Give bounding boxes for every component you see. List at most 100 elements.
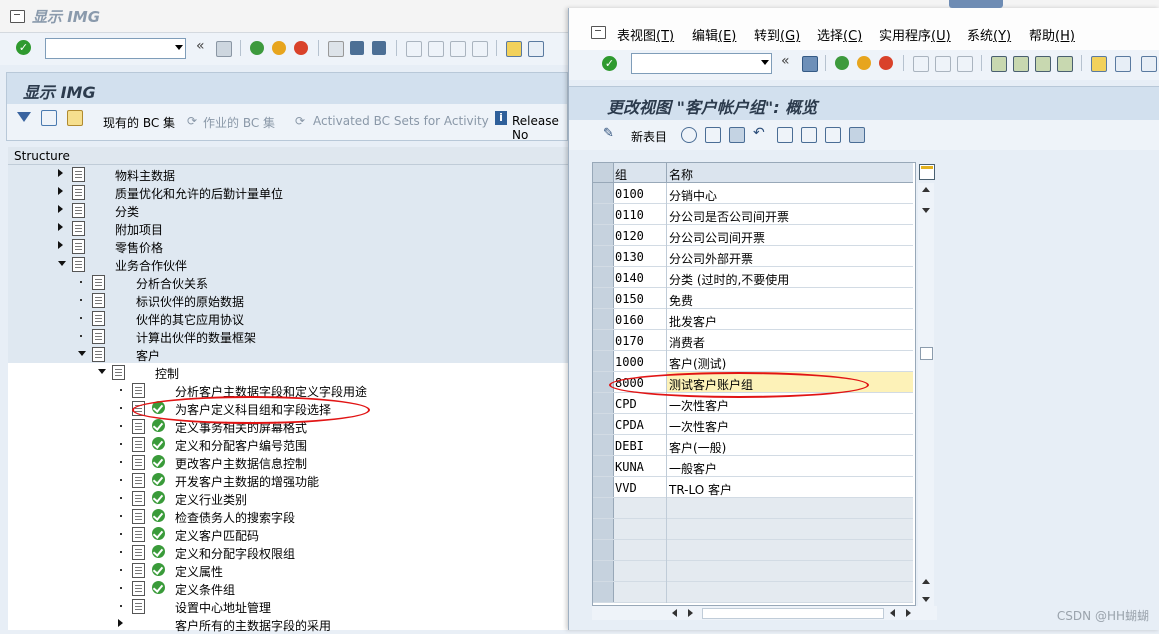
cell-name[interactable]: 批发客户 [669, 313, 717, 330]
cell-group[interactable]: 0140 [615, 271, 644, 285]
menu-goto[interactable]: 转到(G) [754, 25, 800, 44]
row-selector[interactable] [593, 330, 614, 350]
tree-node[interactable]: 标识伙伴的原始数据 [8, 291, 568, 309]
document-icon[interactable] [92, 293, 105, 308]
new-session-icon[interactable] [1091, 56, 1107, 72]
find-icon[interactable] [350, 41, 364, 55]
table-row[interactable]: 0110 分公司是否公司间开票 [593, 204, 913, 225]
cell-group[interactable]: 0100 [615, 187, 644, 201]
tree-node[interactable]: 附加项目 [8, 219, 568, 237]
cell-group[interactable]: KUNA [615, 460, 644, 474]
find-next-icon[interactable] [372, 41, 386, 55]
tree-node[interactable]: 客户所有的主数据字段的采用 [8, 615, 568, 633]
column-name[interactable]: 名称 [669, 166, 693, 183]
document-icon[interactable] [132, 383, 145, 398]
tree-node[interactable]: 为客户定义科目组和字段选择 [8, 399, 568, 417]
display-doc-icon[interactable] [41, 110, 57, 126]
scroll-far-right-icon[interactable] [906, 609, 911, 617]
tree-node[interactable]: 定义客户匹配码 [8, 525, 568, 543]
command-field[interactable] [45, 38, 186, 59]
print-icon[interactable] [913, 56, 929, 72]
expand-node-icon[interactable] [58, 187, 63, 195]
tree-node[interactable]: 客户 [8, 345, 568, 363]
details-icon[interactable] [681, 127, 697, 143]
copy-icon[interactable] [705, 127, 721, 143]
document-icon[interactable] [112, 365, 125, 380]
select-all-rows[interactable] [593, 163, 614, 182]
cell-group[interactable]: 0130 [615, 250, 644, 264]
first-page-icon[interactable] [406, 41, 422, 57]
back-icon[interactable] [835, 56, 849, 70]
table-row[interactable]: 0140 分类 (过时的,不要使用 [593, 267, 913, 288]
last-page-icon[interactable] [1057, 56, 1073, 72]
menu-table-view[interactable]: 表视图(T) [617, 25, 674, 44]
shortcut-icon[interactable] [528, 41, 544, 57]
enter-icon[interactable]: ✓ [602, 56, 617, 71]
find-next-icon[interactable] [957, 56, 973, 72]
document-icon[interactable] [132, 509, 145, 524]
scroll-thumb[interactable] [920, 347, 933, 360]
tree-node[interactable]: 分析客户主数据字段和定义字段用途 [8, 381, 568, 399]
table-row[interactable]: 0130 分公司外部开票 [593, 246, 913, 267]
document-icon[interactable] [92, 347, 105, 362]
cell-group[interactable]: 0110 [615, 208, 644, 222]
row-selector[interactable] [593, 519, 614, 539]
tree-node[interactable]: 定义条件组 [8, 579, 568, 597]
table-row[interactable]: 0150 免费 [593, 288, 913, 309]
column-group[interactable]: 组 [615, 166, 627, 183]
tree-node[interactable]: 伙伴的其它应用协议 [8, 309, 568, 327]
cell-group[interactable]: DEBI [615, 439, 644, 453]
exit-icon[interactable] [857, 56, 871, 70]
execute-icon[interactable] [152, 437, 165, 450]
execute-icon[interactable] [152, 473, 165, 486]
tree-node[interactable]: 零售价格 [8, 237, 568, 255]
window-handle[interactable] [949, 0, 1003, 8]
cell-group[interactable]: 0120 [615, 229, 644, 243]
table-row[interactable] [593, 540, 913, 561]
tree-node[interactable]: 设置中心地址管理 [8, 597, 568, 615]
table-row[interactable] [593, 519, 913, 540]
cell-group[interactable]: 0170 [615, 334, 644, 348]
row-selector[interactable] [593, 246, 614, 266]
row-selector[interactable] [593, 435, 614, 455]
command-field[interactable] [631, 53, 772, 74]
cell-name[interactable]: 一次性客户 [669, 418, 729, 435]
next-page-icon[interactable] [450, 41, 466, 57]
hscroll-track[interactable] [702, 608, 884, 619]
execute-icon[interactable] [152, 509, 165, 522]
table-row[interactable]: 8000 测试客户账户组 [593, 372, 913, 393]
execute-icon[interactable] [152, 527, 165, 540]
cell-name[interactable]: 客户(一般) [669, 439, 726, 456]
document-icon[interactable] [72, 239, 85, 254]
cell-group[interactable]: CPDA [615, 418, 644, 432]
last-page-icon[interactable] [472, 41, 488, 57]
menu-edit[interactable]: 编辑(E) [692, 25, 736, 44]
cell-name[interactable]: 分公司是否公司间开票 [669, 208, 789, 225]
document-icon[interactable] [132, 563, 145, 578]
shortcut-icon[interactable] [1115, 56, 1131, 72]
document-icon[interactable] [72, 167, 85, 182]
row-selector[interactable] [593, 351, 614, 371]
activated-bc-sets-button[interactable]: Activated BC Sets for Activity [313, 114, 489, 128]
change-display-icon[interactable]: ✎ [603, 126, 614, 141]
tree-node[interactable]: 更改客户主数据信息控制 [8, 453, 568, 471]
enter-icon[interactable]: ✓ [16, 40, 31, 55]
system-menu-icon[interactable] [591, 26, 606, 39]
delete-icon[interactable] [729, 127, 745, 143]
cell-group[interactable]: CPD [615, 397, 637, 411]
document-icon[interactable] [132, 473, 145, 488]
deselect-all-icon[interactable] [825, 127, 841, 143]
print-list-icon[interactable] [849, 127, 865, 143]
document-icon[interactable] [72, 185, 85, 200]
table-row[interactable]: DEBI 客户(一般) [593, 435, 913, 456]
tree-node[interactable]: 定义行业类别 [8, 489, 568, 507]
execute-icon[interactable] [152, 419, 165, 432]
document-icon[interactable] [132, 401, 145, 416]
tree-node[interactable]: 质量优化和允许的后勤计量单位 [8, 183, 568, 201]
document-icon[interactable] [132, 545, 145, 560]
cancel-icon[interactable] [294, 41, 308, 55]
document-icon[interactable] [92, 329, 105, 344]
document-icon[interactable] [72, 221, 85, 236]
cell-name[interactable]: 分类 (过时的,不要使用 [669, 271, 789, 288]
row-selector[interactable] [593, 561, 614, 581]
